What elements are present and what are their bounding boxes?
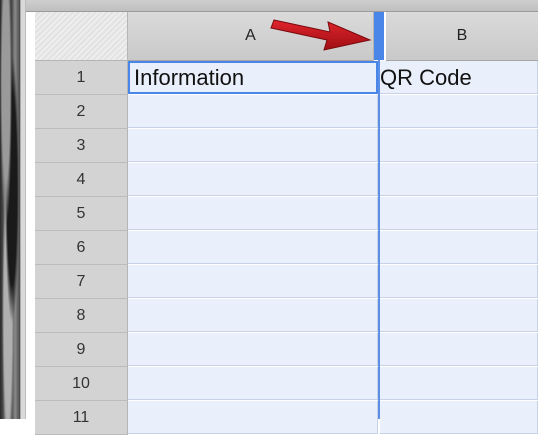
select-all-corner[interactable] <box>35 12 128 61</box>
cell-a3[interactable] <box>128 129 378 162</box>
row-header[interactable]: 10 <box>35 367 128 401</box>
cell-b11[interactable] <box>380 401 538 434</box>
row-header[interactable]: 4 <box>35 163 128 197</box>
row-header[interactable]: 6 <box>35 231 128 265</box>
row-header[interactable]: 1 <box>35 61 128 95</box>
cell-a5[interactable] <box>128 197 378 230</box>
column-resize-guide <box>378 60 380 419</box>
cell-b1[interactable]: QR Code <box>380 61 538 94</box>
cell-a10[interactable] <box>128 367 378 400</box>
cell-b9[interactable] <box>380 333 538 366</box>
cell-b8[interactable] <box>380 299 538 332</box>
column-header-b[interactable]: B <box>386 12 538 61</box>
cell-a1[interactable]: Information <box>128 61 378 94</box>
red-arrow-icon <box>270 19 372 51</box>
row-header[interactable]: 3 <box>35 129 128 163</box>
cell-b2[interactable] <box>380 95 538 128</box>
column-header-label: B <box>456 27 468 44</box>
cell-b10[interactable] <box>380 367 538 400</box>
cell-b3[interactable] <box>380 129 538 162</box>
cell-a7[interactable] <box>128 265 378 298</box>
cell-a2[interactable] <box>128 95 378 128</box>
cell-a8[interactable] <box>128 299 378 332</box>
row-header[interactable]: 5 <box>35 197 128 231</box>
row-header[interactable]: 11 <box>35 401 128 435</box>
column-header-label: A <box>245 27 256 44</box>
cell-b5[interactable] <box>380 197 538 230</box>
row-header[interactable]: 8 <box>35 299 128 333</box>
cell-a9[interactable] <box>128 333 378 366</box>
row-header[interactable]: 9 <box>35 333 128 367</box>
window-edge <box>0 0 20 419</box>
cell-a4[interactable] <box>128 163 378 196</box>
window-border <box>20 0 26 419</box>
row-header[interactable]: 7 <box>35 265 128 299</box>
cell-b6[interactable] <box>380 231 538 264</box>
cell-b7[interactable] <box>380 265 538 298</box>
cell-a11[interactable] <box>128 401 378 434</box>
cell-b4[interactable] <box>380 163 538 196</box>
cell-a6[interactable] <box>128 231 378 264</box>
row-header[interactable]: 2 <box>35 95 128 129</box>
